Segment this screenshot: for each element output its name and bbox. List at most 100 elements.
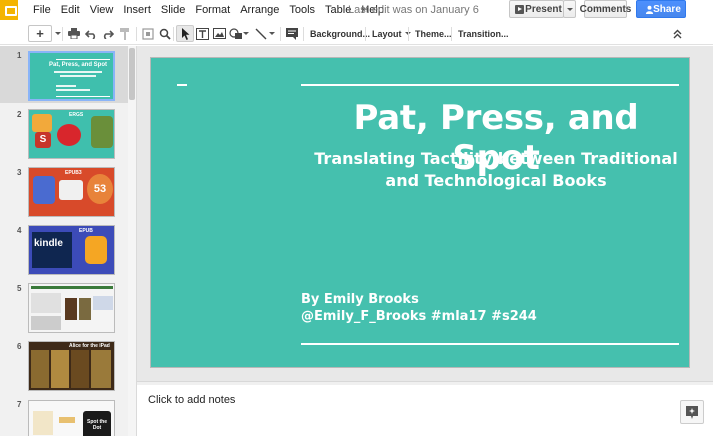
thumb-title: Alice for the iPad: [69, 343, 110, 349]
menu-format[interactable]: Format: [190, 3, 235, 17]
slide-number: 7: [17, 400, 22, 409]
print-icon: [68, 28, 80, 39]
slide-top-rule: [301, 84, 679, 86]
slide-bottom-rule: [301, 343, 679, 345]
top-bar: File Edit View Insert Slide Format Arran…: [0, 0, 713, 20]
comments-label: Comments: [579, 3, 632, 15]
redo-button[interactable]: [99, 25, 117, 42]
toolbar-divider: [408, 27, 409, 41]
menu-bar: File Edit View Insert Slide Format Arran…: [28, 3, 389, 17]
text-box-icon: [195, 27, 209, 40]
toolbar-divider: [62, 27, 63, 41]
paint-format-button[interactable]: [116, 25, 134, 42]
chevron-down-icon: [243, 32, 249, 35]
thumb-spot: Spot the Dot: [87, 419, 107, 431]
paint-format-icon: [120, 27, 129, 40]
current-slide[interactable]: Pat, Press, and Spot Translating Tactili…: [150, 57, 690, 368]
slide-thumbnail-5[interactable]: [28, 283, 115, 333]
theme-button[interactable]: Theme...: [412, 25, 455, 42]
thumb-kindle: kindle: [34, 238, 63, 249]
menu-view[interactable]: View: [85, 3, 119, 17]
line-icon: [255, 28, 267, 39]
present-button[interactable]: Present: [509, 0, 564, 18]
thumb-label: ERGS: [69, 112, 84, 118]
zoom-fit-icon: [142, 27, 154, 40]
comment-button[interactable]: [283, 25, 301, 42]
menu-slide[interactable]: Slide: [156, 3, 190, 17]
present-dropdown-button[interactable]: [563, 0, 576, 18]
explore-icon: [686, 405, 698, 419]
slide-thumbnail-1[interactable]: Pat, Press, and Spot: [28, 51, 115, 101]
author-name: By Emily Brooks: [301, 292, 419, 307]
slide-number: 6: [17, 342, 22, 351]
collapse-toolbar-button[interactable]: [668, 25, 686, 42]
toolbar-divider: [365, 27, 366, 41]
zoom-button[interactable]: [156, 25, 174, 42]
slide-number: 4: [17, 226, 22, 235]
transition-button[interactable]: Transition...: [455, 25, 512, 42]
slide-number: 5: [17, 284, 22, 293]
image-icon: [212, 28, 226, 39]
slide-number: 2: [17, 110, 22, 119]
menu-file[interactable]: File: [28, 3, 56, 17]
toolbar-divider: [280, 27, 281, 41]
slide-author-block[interactable]: By Emily Brooks @Emily_F_Brooks #mla17 #…: [301, 291, 537, 325]
present-label: Present: [525, 3, 562, 15]
comments-button[interactable]: Comments: [580, 0, 631, 18]
notes-placeholder[interactable]: Click to add notes: [148, 394, 235, 406]
menu-arrange[interactable]: Arrange: [235, 3, 284, 17]
undo-button[interactable]: [82, 25, 100, 42]
share-label: Share: [653, 3, 681, 15]
slide-number: 1: [17, 51, 22, 60]
double-chevron-up-icon: [673, 29, 681, 38]
magnifier-icon: [159, 28, 171, 40]
shape-icon: [229, 27, 242, 39]
background-button[interactable]: Background...: [307, 25, 373, 42]
explore-button[interactable]: [680, 400, 704, 424]
filmstrip-scroll-thumb[interactable]: [129, 48, 135, 100]
filmstrip-scrollbar[interactable]: [128, 46, 136, 436]
chevron-down-icon: [566, 7, 573, 11]
chevron-down-icon: [55, 32, 61, 35]
person-icon: [645, 5, 654, 14]
undo-icon: [85, 29, 96, 39]
menu-insert[interactable]: Insert: [118, 3, 156, 17]
print-button[interactable]: [65, 25, 83, 42]
slides-logo-icon[interactable]: [0, 0, 18, 20]
slide-number: 3: [17, 168, 22, 177]
insert-image-button[interactable]: [210, 25, 228, 42]
slide-thumbnail-3[interactable]: 53 EPUB3: [28, 167, 115, 217]
speaker-notes-panel[interactable]: Click to add notes: [137, 385, 713, 436]
new-slide-button[interactable]: +: [28, 25, 52, 42]
toolbar-divider: [451, 27, 452, 41]
author-handle: @Emily_F_Brooks #mla17 #s244: [301, 309, 537, 324]
slide-filmstrip: 1 Pat, Press, and Spot 2 S ERGS 3 53 EPU…: [0, 46, 137, 436]
comment-icon: [286, 27, 298, 40]
select-tool-button[interactable]: [176, 25, 194, 42]
slide-thumbnail-2[interactable]: S ERGS: [28, 109, 115, 159]
thumb-title: Pat, Press, and Spot: [48, 62, 108, 68]
slide-subtitle[interactable]: Translating Tactility between Traditiona…: [301, 148, 691, 192]
slide-thumbnail-7[interactable]: Spot the Dot: [28, 400, 115, 436]
line-dropdown[interactable]: [268, 25, 276, 42]
slide-accent-rule: [177, 84, 187, 86]
shape-dropdown[interactable]: [242, 25, 250, 42]
menu-tools[interactable]: Tools: [284, 3, 320, 17]
share-button[interactable]: Share: [636, 0, 686, 18]
layout-button[interactable]: Layout: [369, 25, 414, 42]
thumb-label: EPUB3: [65, 170, 82, 176]
menu-edit[interactable]: Edit: [56, 3, 85, 17]
slide-thumbnail-4[interactable]: kindle EPUB: [28, 225, 115, 275]
chevron-down-icon: [269, 32, 275, 35]
cursor-icon: [181, 27, 189, 40]
redo-icon: [103, 29, 114, 39]
thumb-label: EPUB: [79, 228, 93, 234]
toolbar-divider: [136, 27, 137, 41]
toolbar-divider: [303, 27, 304, 41]
toolbar-divider: [173, 27, 174, 41]
slide-thumbnail-6[interactable]: Alice for the iPad: [28, 341, 115, 391]
play-icon: [515, 5, 524, 14]
text-box-button[interactable]: [193, 25, 211, 42]
last-edit-link[interactable]: Last edit was on January 6: [348, 3, 479, 17]
zoom-fit-button[interactable]: [139, 25, 157, 42]
